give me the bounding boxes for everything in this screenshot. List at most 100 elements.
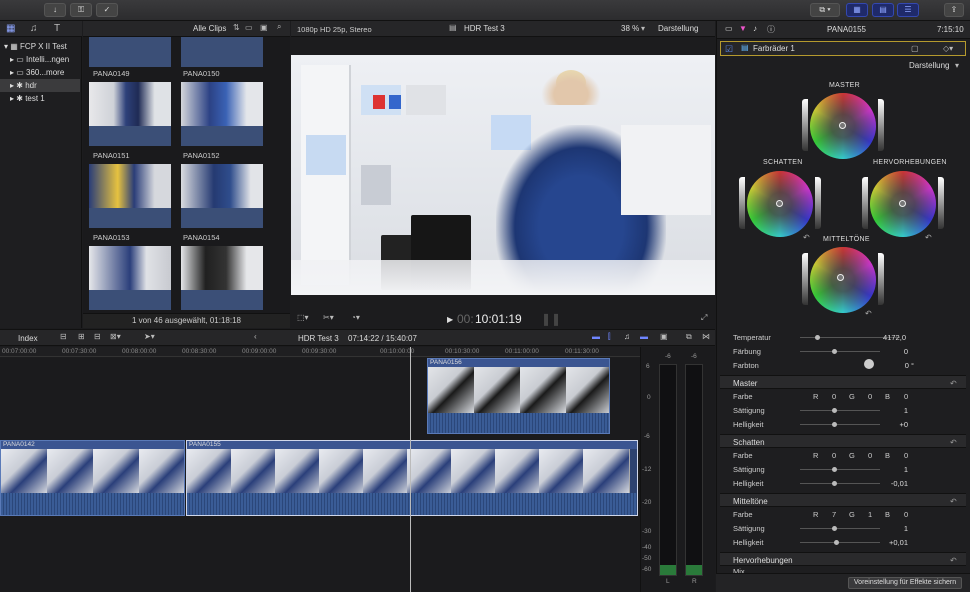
section-highlights[interactable]: Hervorhebungen ↶	[720, 552, 966, 566]
highlights-color-wheel[interactable]	[870, 171, 936, 237]
audio-meter-icon[interactable]: ▣	[660, 332, 668, 341]
clip-thumbnail[interactable]	[181, 82, 263, 146]
reset-icon[interactable]: ↶	[865, 309, 872, 318]
play-icon[interactable]: ▶	[447, 315, 453, 324]
shadows-brightness-slider[interactable]	[815, 177, 821, 229]
brightness-value[interactable]: -0,01	[870, 479, 908, 488]
saturation-slider[interactable]	[800, 528, 880, 529]
keyword-button[interactable]: ⚿	[70, 3, 92, 17]
reset-icon[interactable]: ↶	[950, 379, 957, 388]
playhead[interactable]	[410, 347, 411, 592]
library-item[interactable]: ▾ ▦ FCP X II Test	[4, 40, 67, 53]
midtones-brightness-slider[interactable]	[878, 253, 884, 305]
r-value[interactable]: 0	[832, 451, 836, 460]
tint-knob[interactable]	[832, 349, 837, 354]
reset-icon[interactable]: ↶	[950, 556, 957, 565]
saturation-knob[interactable]	[832, 526, 837, 531]
snapping-icon[interactable]: ▬	[640, 332, 648, 341]
clip-filter-menu[interactable]: Alle Clips	[193, 24, 226, 33]
brightness-value[interactable]: +0,01	[870, 538, 908, 547]
brightness-knob[interactable]	[832, 422, 837, 427]
midtones-color-wheel[interactable]	[810, 247, 876, 313]
clip-view-icon[interactable]: ⧉	[686, 332, 692, 342]
filmstrip-icon[interactable]: ▭	[245, 23, 253, 32]
import-button[interactable]: ↓	[44, 3, 66, 17]
master-brightness-slider[interactable]	[878, 99, 884, 151]
library-item[interactable]: ▸ ▭ 360...more	[10, 66, 64, 79]
inspector-toggle-button[interactable]: ☰	[897, 3, 919, 17]
clip-thumbnail[interactable]	[89, 164, 171, 228]
chevron-down-icon[interactable]: ▾	[955, 61, 959, 70]
storyline-clip[interactable]: PANA0142	[0, 440, 185, 516]
info-icon[interactable]: ⓘ	[767, 24, 775, 35]
color-inspector-icon[interactable]: ▼	[739, 24, 747, 33]
r-value[interactable]: 0	[832, 392, 836, 401]
master-saturation-slider[interactable]	[802, 99, 808, 151]
reset-icon[interactable]: ↶	[803, 233, 810, 242]
section-shadows[interactable]: Schatten ↶	[720, 434, 966, 448]
brightness-slider[interactable]	[800, 542, 880, 543]
headphones-icon[interactable]: ♫	[624, 332, 630, 341]
timeline-toggle-button[interactable]: ▤	[872, 3, 894, 17]
section-midtones[interactable]: Mitteltöne ↶	[720, 493, 966, 507]
hue-dial[interactable]	[864, 359, 874, 369]
clip-thumbnail[interactable]	[181, 246, 263, 310]
saturation-value[interactable]: 1	[880, 524, 908, 533]
clip-appearance-icon[interactable]: ▬	[592, 332, 600, 341]
timeline-ruler[interactable]: 00:07:00:00 00:07:30:00 00:08:00:00 00:0…	[0, 347, 640, 357]
crop-icon[interactable]: ✂▾	[323, 313, 334, 322]
search-icon[interactable]: ⌕	[277, 22, 281, 32]
brightness-value[interactable]: +0	[880, 420, 908, 429]
saturation-value[interactable]: 1	[880, 406, 908, 415]
enhance-button[interactable]: ⧉ ▾	[810, 3, 840, 17]
saturation-knob[interactable]	[832, 408, 837, 413]
select-tool-icon[interactable]: ➤▾	[144, 332, 155, 341]
brightness-knob[interactable]	[832, 481, 837, 486]
reset-icon[interactable]: ↶	[950, 438, 957, 447]
storyline-clip-selected[interactable]: PANA0155	[186, 440, 638, 516]
browser-toggle-button[interactable]: ▦	[846, 3, 868, 17]
r-value[interactable]: 7	[832, 510, 836, 519]
sort-icon[interactable]: ⇅	[233, 23, 240, 32]
speed-icon[interactable]: ◔▾	[351, 313, 360, 322]
timecode-display[interactable]: 10:01:19	[475, 312, 522, 326]
clip-thumbnail[interactable]	[89, 246, 171, 310]
background-tasks-button[interactable]: ✓	[96, 3, 118, 17]
g-value[interactable]: 0	[868, 392, 872, 401]
saturation-slider[interactable]	[800, 410, 880, 411]
reset-icon[interactable]: ↶	[925, 233, 932, 242]
tint-value[interactable]: 0	[870, 347, 908, 356]
append-clip-icon[interactable]: ⊟	[94, 332, 101, 341]
brightness-knob[interactable]	[834, 540, 839, 545]
inspector-view-menu[interactable]: Darstellung	[909, 61, 949, 70]
effect-selector[interactable]: ☑ ▤ Farbräder 1 ▢ ◇▾	[720, 41, 966, 56]
timeline-area[interactable]: PANA0156 PANA0142 PANA0155	[0, 347, 640, 592]
midtones-saturation-slider[interactable]	[802, 253, 808, 305]
saturation-knob[interactable]	[832, 467, 837, 472]
viewer-view-menu[interactable]: Darstellung	[658, 24, 698, 33]
overwrite-clip-icon[interactable]: ⊠▾	[110, 332, 121, 341]
clip-thumbnail[interactable]	[181, 164, 263, 228]
index-button[interactable]: Index	[18, 334, 38, 343]
keyframe-icon[interactable]: ◇▾	[943, 44, 953, 53]
shadows-saturation-slider[interactable]	[739, 177, 745, 229]
clip-thumbnail[interactable]	[89, 82, 171, 146]
shadows-color-wheel[interactable]	[747, 171, 813, 237]
hue-value[interactable]: 0 °	[890, 361, 914, 370]
mask-icon[interactable]: ▢	[911, 44, 919, 53]
master-color-wheel[interactable]	[810, 93, 876, 159]
b-value[interactable]: 0	[904, 510, 908, 519]
b-value[interactable]: 0	[904, 392, 908, 401]
effect-name[interactable]: Farbräder 1	[753, 44, 795, 53]
libraries-icon[interactable]: ▦	[6, 23, 15, 34]
video-inspector-icon[interactable]: ▭	[725, 24, 733, 33]
connect-clip-icon[interactable]: ⊟	[60, 332, 67, 341]
g-value[interactable]: 1	[868, 510, 872, 519]
library-item-selected[interactable]: ▸ ✱ hdr	[0, 79, 80, 92]
clip-thumbnail[interactable]	[181, 37, 263, 67]
photos-icon[interactable]: ♫	[30, 23, 38, 34]
video-frame[interactable]	[291, 55, 715, 295]
insert-clip-icon[interactable]: ⊞	[78, 332, 85, 341]
transform-icon[interactable]: ⬚▾	[297, 313, 309, 322]
temperature-knob[interactable]	[815, 335, 820, 340]
